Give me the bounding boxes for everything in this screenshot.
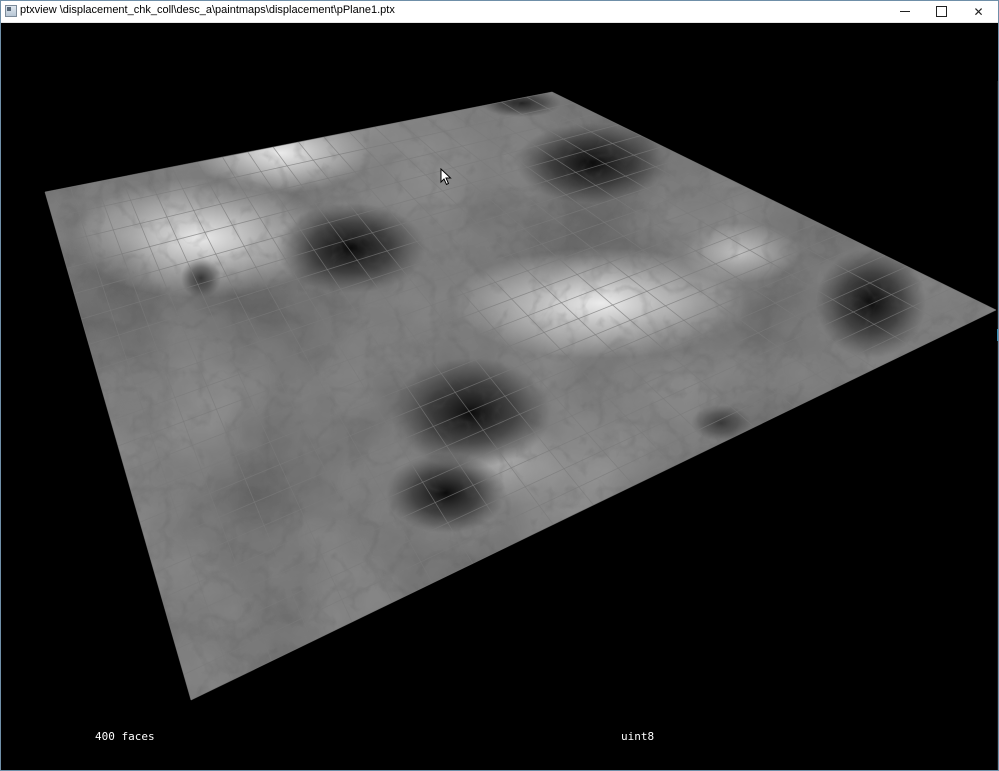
mouse-pointer-icon — [440, 168, 452, 186]
app-icon[interactable] — [5, 5, 17, 17]
close-button[interactable]: ✕ — [960, 1, 997, 22]
data-type-label: uint8 — [621, 730, 655, 743]
minimize-button[interactable] — [886, 1, 923, 22]
app-window: ptxview \displacement_chk_coll\desc_a\pa… — [0, 0, 999, 771]
title-bar[interactable]: ptxview \displacement_chk_coll\desc_a\pa… — [1, 1, 998, 23]
minimize-icon — [899, 11, 910, 12]
plane-surface — [45, 92, 996, 700]
close-icon: ✕ — [973, 4, 984, 19]
displacement-plane — [44, 91, 997, 701]
maximize-icon — [936, 6, 947, 17]
maximize-button[interactable] — [923, 1, 960, 22]
face-count-label: 400 faces — [95, 730, 155, 743]
window-title: ptxview \displacement_chk_coll\desc_a\pa… — [20, 4, 395, 16]
3d-viewport[interactable]: 400 faces uint8 — [1, 23, 998, 770]
